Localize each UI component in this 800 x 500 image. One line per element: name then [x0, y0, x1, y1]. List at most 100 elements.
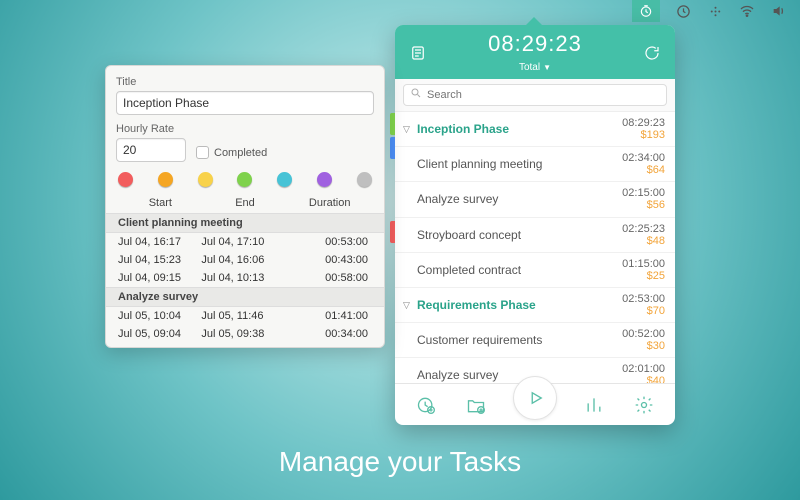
clock-icon[interactable] [674, 2, 692, 20]
search-icon [410, 86, 422, 104]
cell-duration: 00:43:00 [285, 254, 372, 266]
task-list[interactable]: ▽ Inception Phase08:29:23$193 Client plann… [395, 112, 675, 383]
task-detail-panel: Title Hourly Rate Completed Start End Du… [105, 65, 385, 348]
group-duration: 02:53:00 [622, 293, 665, 305]
col-end: End [203, 197, 288, 209]
task-name: Customer requirements [403, 333, 622, 347]
task-item[interactable]: Analyze survey02:15:00$56 [395, 182, 675, 217]
color-swatch[interactable] [198, 172, 213, 187]
rate-label: Hourly Rate [116, 123, 186, 135]
cell-duration: 01:41:00 [285, 310, 372, 322]
session-row[interactable]: Jul 04, 15:23Jul 04, 16:0600:43:00 [116, 251, 374, 269]
cell-end: Jul 05, 11:46 [201, 310, 284, 322]
task-amount: $48 [622, 235, 665, 247]
session-row[interactable]: Jul 04, 16:17Jul 04, 17:1000:53:00 [116, 233, 374, 251]
menubar [620, 0, 800, 22]
mode-selector[interactable]: Total ▼ [519, 62, 551, 73]
task-amount: $25 [622, 270, 665, 282]
reports-button[interactable] [581, 392, 607, 418]
tasks-popover: 08:29:23 Total ▼ ▽Inception Phase08:29:2… [395, 25, 675, 425]
task-duration: 02:34:00 [622, 152, 665, 164]
task-duration: 01:15:00 [622, 258, 665, 270]
task-name: Completed contract [403, 263, 622, 277]
cell-duration: 00:58:00 [285, 272, 372, 284]
task-item[interactable]: Customer requirements00:52:00$30 [395, 323, 675, 358]
color-swatch[interactable] [317, 172, 332, 187]
cell-start: Jul 05, 10:04 [118, 310, 201, 322]
session-row[interactable]: Jul 05, 09:04Jul 05, 09:3800:34:00 [116, 325, 374, 343]
session-group-header: Analyze survey [106, 287, 384, 307]
task-amount: $64 [622, 164, 665, 176]
search-input[interactable] [427, 89, 660, 101]
task-amount: $30 [622, 340, 665, 352]
sync-icon[interactable] [639, 44, 665, 62]
task-amount: $40 [622, 375, 665, 383]
wifi-icon[interactable] [738, 2, 756, 20]
group-duration: 08:29:23 [622, 117, 665, 129]
cell-end: Jul 05, 09:38 [201, 328, 284, 340]
group-name: Requirements Phase [417, 298, 622, 312]
cell-end: Jul 04, 16:06 [201, 254, 284, 266]
session-row[interactable]: Jul 04, 09:15Jul 04, 10:1300:58:00 [116, 269, 374, 287]
dots-icon[interactable] [706, 2, 724, 20]
page-caption: Manage your Tasks [0, 446, 800, 478]
color-swatch[interactable] [158, 172, 173, 187]
total-time: 08:29:23 [431, 31, 639, 57]
task-duration: 02:25:23 [622, 223, 665, 235]
rate-input[interactable] [116, 138, 186, 162]
disclosure-icon: ▽ [403, 124, 413, 135]
cell-end: Jul 04, 10:13 [201, 272, 284, 284]
chevron-down-icon: ▼ [543, 63, 551, 72]
session-row[interactable]: Jul 05, 10:04Jul 05, 11:4601:41:00 [116, 307, 374, 325]
group-name: Inception Phase [417, 122, 622, 136]
task-duration: 00:52:00 [622, 328, 665, 340]
title-input[interactable] [116, 91, 374, 115]
disclosure-icon: ▽ [403, 300, 413, 311]
sessions-header: Start End Duration [116, 193, 374, 213]
task-name: Analyze survey [403, 192, 622, 206]
volume-icon[interactable] [770, 2, 788, 20]
task-name: Stroyboard concept [403, 228, 622, 242]
cell-start: Jul 04, 16:17 [118, 236, 201, 248]
popover-header: 08:29:23 Total ▼ [395, 25, 675, 79]
task-item[interactable]: Completed contract01:15:00$25 [395, 253, 675, 288]
mode-label: Total [519, 62, 540, 73]
group-amount: $70 [622, 305, 665, 317]
task-amount: $56 [622, 199, 665, 211]
cell-duration: 00:53:00 [285, 236, 372, 248]
cell-start: Jul 05, 09:04 [118, 328, 201, 340]
app-menubar-icon[interactable] [632, 0, 660, 22]
title-label: Title [116, 76, 374, 88]
cell-end: Jul 04, 17:10 [201, 236, 284, 248]
group-amount: $193 [622, 129, 665, 141]
task-duration: 02:15:00 [622, 187, 665, 199]
notes-icon[interactable] [405, 44, 431, 62]
color-swatch[interactable] [118, 172, 133, 187]
settings-button[interactable] [631, 392, 657, 418]
color-swatch[interactable] [277, 172, 292, 187]
popover-footer [395, 383, 675, 425]
search-bar [395, 79, 675, 112]
task-group[interactable]: ▽ Requirements Phase02:53:00$70 [395, 288, 675, 323]
col-start: Start [118, 197, 203, 209]
play-button[interactable] [513, 376, 557, 420]
color-picker [118, 172, 372, 187]
color-swatch[interactable] [357, 172, 372, 187]
task-duration: 02:01:00 [622, 363, 665, 375]
col-duration: Duration [287, 197, 372, 209]
sessions-table: Client planning meetingJul 04, 16:17Jul … [116, 213, 374, 343]
add-time-button[interactable] [413, 392, 439, 418]
completed-label: Completed [214, 147, 267, 159]
completed-checkbox[interactable]: Completed [196, 146, 267, 159]
task-name: Analyze survey [403, 368, 622, 382]
cell-start: Jul 04, 09:15 [118, 272, 201, 284]
add-folder-button[interactable] [463, 392, 489, 418]
color-swatch[interactable] [237, 172, 252, 187]
checkbox-icon [196, 146, 209, 159]
cell-duration: 00:34:00 [285, 328, 372, 340]
task-item[interactable]: Client planning meeting02:34:00$64 [395, 147, 675, 182]
task-item[interactable]: Stroyboard concept02:25:23$48 [395, 218, 675, 253]
task-group[interactable]: ▽ Inception Phase08:29:23$193 [395, 112, 675, 147]
task-name: Client planning meeting [403, 157, 622, 171]
cell-start: Jul 04, 15:23 [118, 254, 201, 266]
